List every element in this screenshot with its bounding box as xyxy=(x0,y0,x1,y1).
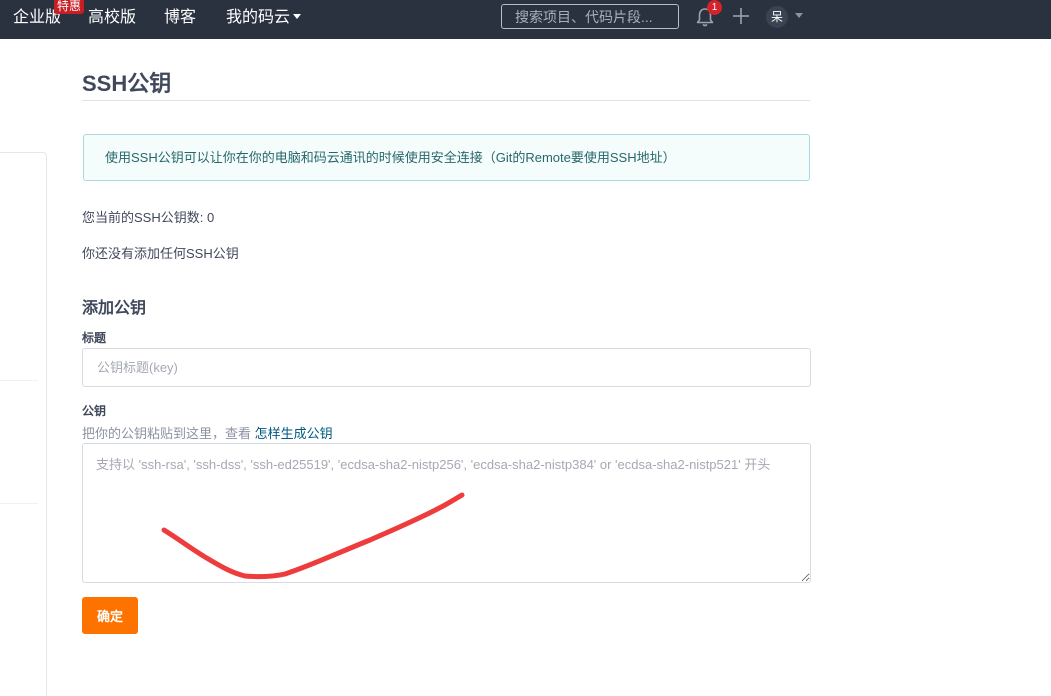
top-navbar: 企业版 特惠 高校版 博客 我的码云 1 呆 xyxy=(0,0,1051,39)
sidebar-divider xyxy=(0,503,38,504)
public-key-help: 把你的公钥粘贴到这里，查看 怎样生成公钥 xyxy=(82,423,333,442)
key-title-label: 标题 xyxy=(82,331,107,345)
sidebar-divider xyxy=(0,380,38,381)
nav-my-gitee-label: 我的码云 xyxy=(226,9,291,26)
nav-edu[interactable]: 高校版 xyxy=(88,0,136,39)
add-key-section-title: 添加公钥 xyxy=(82,300,147,317)
nav-blog[interactable]: 博客 xyxy=(164,0,196,39)
public-key-help-text: 把你的公钥粘贴到这里，查看 xyxy=(82,426,252,441)
chevron-down-icon xyxy=(293,14,302,20)
title-divider xyxy=(82,100,810,101)
promo-badge: 特惠 xyxy=(54,0,85,14)
user-menu-chevron-down-icon[interactable] xyxy=(795,13,803,18)
public-key-label: 公钥 xyxy=(82,404,107,418)
search-input[interactable] xyxy=(501,4,679,29)
ssh-key-count: 您当前的SSH公钥数: 0 xyxy=(82,210,215,225)
settings-sidebar xyxy=(0,152,47,696)
page-title: SSH公钥 xyxy=(82,71,172,96)
public-key-textarea[interactable] xyxy=(82,443,811,583)
info-alert: 使用SSH公钥可以让你在你的电脑和码云通讯的时候使用安全连接（Git的Remot… xyxy=(83,134,810,181)
empty-keys-message: 你还没有添加任何SSH公钥 xyxy=(82,246,239,261)
user-avatar[interactable]: 呆 xyxy=(766,6,788,28)
notification-count-badge: 1 xyxy=(707,0,722,15)
how-to-generate-key-link[interactable]: 怎样生成公钥 xyxy=(255,426,333,441)
nav-my-gitee[interactable]: 我的码云 xyxy=(226,0,302,39)
key-title-input[interactable] xyxy=(82,348,811,387)
plus-icon[interactable] xyxy=(731,6,751,26)
submit-button[interactable]: 确定 xyxy=(82,597,138,634)
